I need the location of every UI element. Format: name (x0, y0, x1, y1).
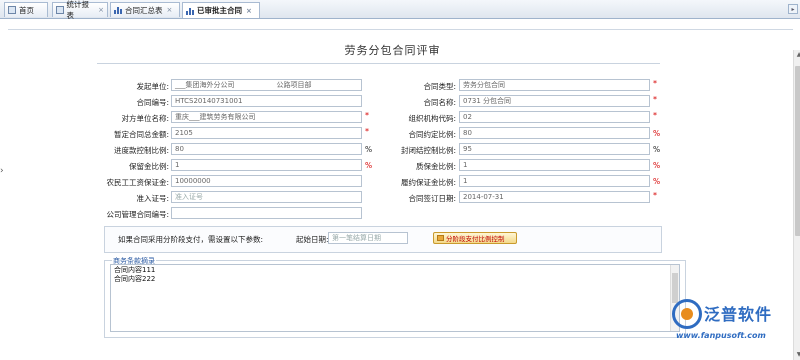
total-amount-label: 暂定合同总金额: (113, 130, 169, 139)
clause-line: 合同内容111 (114, 266, 156, 274)
scroll-down-icon[interactable]: ▼ (795, 351, 800, 359)
tab-label: 首页 (19, 5, 34, 15)
report-icon (56, 6, 64, 14)
payment-icon (437, 235, 444, 241)
settle-ratio-label: 封闭结控制比例: (400, 146, 456, 155)
contract-type-field[interactable]: 劳务分包合同 (459, 79, 650, 91)
warranty-ratio-label: 质保金比例: (415, 162, 456, 171)
brand-watermark: 泛普软件 www.fanpusoft.com (672, 299, 798, 344)
performance-ratio-field[interactable]: 1 (459, 175, 650, 187)
start-date-field[interactable]: 第一笔结算日期 (328, 232, 408, 244)
org-code-field[interactable]: 02 (459, 111, 650, 123)
retention-ratio-label: 保留金比例: (128, 162, 169, 171)
wage-deposit-field[interactable]: 10000000 (171, 175, 362, 187)
start-date-label: 起始日期: (296, 235, 329, 244)
percent-mark: % (653, 129, 661, 138)
chart-icon (114, 6, 122, 14)
percent-mark: % (653, 145, 661, 154)
sign-date-label: 合同签订日期: (408, 194, 456, 203)
scrollbar-thumb[interactable] (795, 66, 800, 236)
contract-name-label: 合同名称: (423, 98, 456, 107)
initiator-unit-field[interactable]: ___集团海外分公司 公路项目部 (171, 79, 362, 91)
tab-label: 已审批主合同 (197, 6, 242, 15)
brand-name: 泛普软件 (704, 305, 773, 324)
agreed-ratio-field[interactable]: 80 (459, 127, 650, 139)
installment-prompt: 如果合同采用分阶段支付，需设置以下参数: (118, 235, 264, 244)
scroll-up-icon[interactable]: ▲ (795, 51, 800, 59)
settle-ratio-field[interactable]: 95 (459, 143, 650, 155)
contract-no-field[interactable]: HTCS20140731001 (171, 95, 362, 107)
company-mgmt-no-field[interactable] (171, 207, 362, 219)
tab-statistics-report[interactable]: 统计报表 × (52, 0, 108, 20)
counterparty-label: 对方单位名称: (121, 114, 169, 123)
collapse-handle-icon[interactable]: › (0, 166, 4, 176)
tab-contract-summary[interactable]: 合同汇总表 × (110, 2, 180, 17)
title-divider (97, 63, 660, 64)
percent-mark: % (653, 177, 661, 186)
business-clauses-textarea[interactable]: 合同内容111 合同内容222 (110, 264, 680, 332)
tab-bar: 首页 统计报表 × 合同汇总表 × 已审批主合同 × ▸ (0, 0, 800, 20)
retention-ratio-field[interactable]: 1 (171, 159, 362, 171)
initiator-unit-label: 发起单位: (136, 82, 169, 91)
tab-approved-main-contract[interactable]: 已审批主合同 × (182, 2, 260, 18)
percent-mark: % (653, 161, 661, 170)
performance-ratio-label: 履约保证金比例: (400, 178, 456, 187)
warranty-ratio-field[interactable]: 1 (459, 159, 650, 171)
wage-deposit-label: 农民工工资保证金: (106, 178, 169, 187)
tab-label: 合同汇总表 (125, 5, 163, 15)
tab-label: 统计报表 (66, 0, 90, 20)
required-mark: * (653, 79, 657, 88)
access-cert-field[interactable]: 准入证号 (171, 191, 362, 203)
clause-line: 合同内容222 (114, 275, 156, 283)
progress-ratio-field[interactable]: 80 (171, 143, 362, 155)
access-cert-label: 准入证号: (136, 194, 169, 203)
org-code-label: 组织机构代码: (408, 114, 456, 123)
required-mark: * (653, 111, 657, 120)
sign-date-field[interactable]: 2014-07-31 (459, 191, 650, 203)
agreed-ratio-label: 合同约定比例: (408, 130, 456, 139)
close-icon[interactable]: × (246, 7, 252, 15)
contract-name-field[interactable]: 0731 分包合同 (459, 95, 650, 107)
chart-icon (186, 7, 194, 15)
tab-home[interactable]: 首页 (4, 2, 48, 17)
contract-no-label: 合同编号: (136, 98, 169, 107)
scroll-tabs-right-icon[interactable]: ▸ (788, 4, 798, 14)
company-mgmt-no-label: 公司管理合同编号: (106, 210, 169, 219)
page-title: 劳务分包合同评审 (344, 44, 441, 57)
required-mark: * (653, 95, 657, 104)
fanpu-logo-icon (672, 299, 702, 329)
counterparty-field[interactable]: 重庆___建筑劳务有限公司 (171, 111, 362, 123)
close-icon[interactable]: × (98, 6, 104, 14)
close-icon[interactable]: × (167, 6, 173, 14)
progress-ratio-label: 进度款控制比例: (113, 146, 169, 155)
contract-type-label: 合同类型: (423, 82, 456, 91)
button-label: 分阶段支付比例控制 (446, 235, 505, 243)
installment-ratio-button[interactable]: 分阶段支付比例控制 (433, 232, 517, 244)
total-amount-field[interactable]: 2105 (171, 127, 362, 139)
home-icon (8, 6, 16, 14)
brand-url: www.fanpusoft.com (676, 331, 766, 340)
required-mark: * (653, 191, 657, 200)
